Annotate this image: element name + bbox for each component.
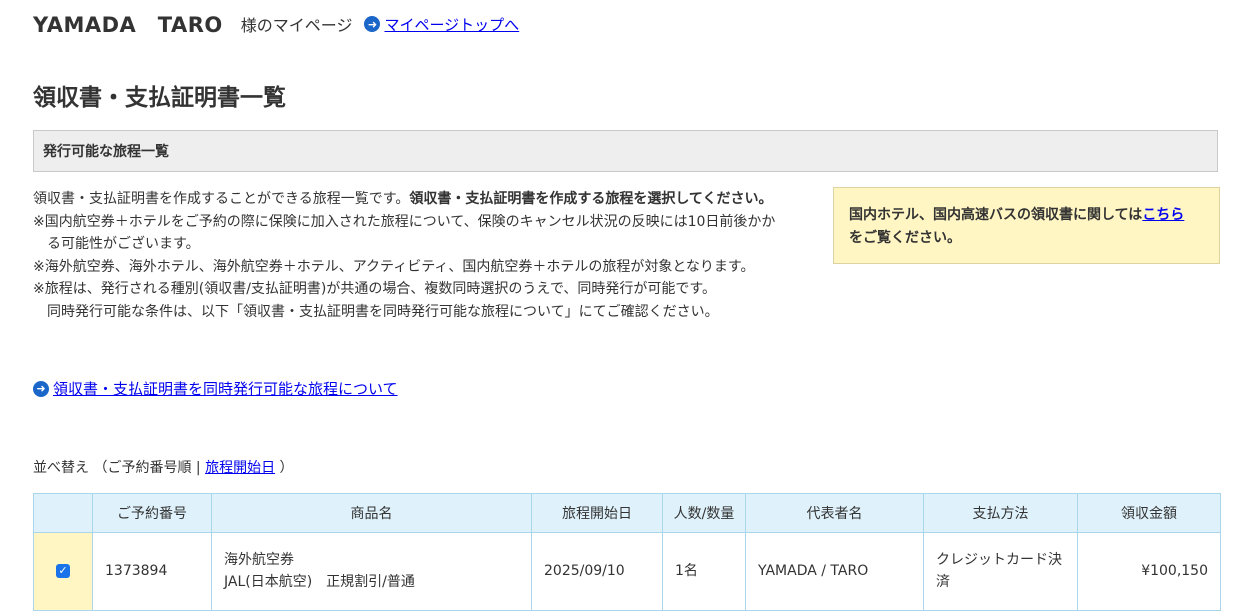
- description-block: 領収書・支払証明書を作成することができる旅程一覧です。領収書・支払証明書を作成す…: [33, 188, 823, 324]
- page-title: 領収書・支払証明書一覧: [33, 85, 286, 111]
- page-suffix: 様のマイページ: [240, 16, 353, 35]
- description-line-2: ※国内航空券＋ホテルをご予約の際に保険に加入された旅程について、保険のキャンセル…: [33, 213, 776, 230]
- col-header-amount: 領収金額: [1077, 493, 1221, 533]
- payment-cell: クレジットカード決済: [923, 532, 1078, 611]
- table-row: ✓ 1373894 海外航空券 JAL(日本航空) 正規割引/普通 2025/0…: [33, 532, 1221, 611]
- col-header-booking-no: ご予約番号: [92, 493, 212, 533]
- section-title: 発行可能な旅程一覧: [43, 144, 169, 160]
- description-line-4: ※海外航空券、海外ホテル、海外航空券＋ホテル、アクティビティ、国内航空券＋ホテル…: [33, 258, 755, 275]
- notice-text: 国内ホテル、国内高速バスの領収書に関しては: [849, 207, 1143, 223]
- description-line-1-normal: 領収書・支払証明書を作成することができる旅程一覧です。: [33, 191, 410, 207]
- about-simultaneous-link-wrap[interactable]: ➜ 領収書・支払証明書を同時発行可能な旅程について: [33, 378, 398, 399]
- notice-text-2: をご覧ください。: [849, 229, 961, 246]
- sort-controls: 並べ替え （ご予約番号順 | 旅程開始日 ）: [33, 457, 294, 477]
- arrow-right-circle-icon[interactable]: ➜: [33, 380, 49, 397]
- mypage-header: YAMADA TARO 様のマイページ ➜ マイページトップへ: [33, 10, 519, 38]
- notice-box: 国内ホテル、国内高速バスの領収書に関してはこちら をご覧ください。: [833, 187, 1220, 264]
- sort-open-paren: （: [93, 460, 108, 476]
- col-header-quantity: 人数/数量: [662, 493, 746, 533]
- trips-table: ご予約番号 商品名 旅程開始日 人数/数量 代表者名 支払方法 領収金額 ✓ 1…: [33, 493, 1221, 611]
- section-header: 発行可能な旅程一覧: [33, 130, 1218, 172]
- booking-no-cell: 1373894: [92, 532, 212, 611]
- col-header-payment: 支払方法: [923, 493, 1078, 533]
- sort-label: 並べ替え: [33, 460, 89, 476]
- col-header-representative: 代表者名: [745, 493, 924, 533]
- representative-cell: YAMADA / TARO: [745, 532, 924, 611]
- sort-close-paren: ）: [279, 460, 294, 476]
- row-select-checkbox[interactable]: ✓: [56, 563, 70, 578]
- sort-by-start-date-link[interactable]: 旅程開始日: [205, 460, 275, 476]
- sort-current: ご予約番号順: [107, 460, 192, 476]
- col-header-product: 商品名: [211, 493, 532, 533]
- product-cell: 海外航空券 JAL(日本航空) 正規割引/普通: [211, 532, 532, 611]
- description-line-6: 同時発行可能な条件は、以下「領収書・支払証明書を同時発行可能な旅程について」にて…: [47, 303, 719, 320]
- amount-cell: ¥100,150: [1077, 532, 1221, 611]
- user-name: YAMADA TARO: [33, 13, 223, 37]
- start-date-cell: 2025/09/10: [531, 532, 663, 611]
- col-header-start-date: 旅程開始日: [531, 493, 663, 533]
- description-line-1: 領収書・支払証明書を作成することができる旅程一覧です。領収書・支払証明書を作成す…: [33, 188, 823, 211]
- sort-separator: |: [195, 460, 201, 476]
- notice-link[interactable]: こちら: [1142, 207, 1184, 223]
- quantity-cell: 1名: [662, 532, 746, 611]
- description-line-1-bold: 領収書・支払証明書を作成する旅程を選択してください。: [409, 191, 773, 207]
- description-line-3: る可能性がございます。: [47, 236, 200, 253]
- mypage-top-link[interactable]: マイページトップへ: [384, 14, 519, 35]
- about-simultaneous-link[interactable]: 領収書・支払証明書を同時発行可能な旅程について: [53, 378, 398, 399]
- table-header-row: ご予約番号 商品名 旅程開始日 人数/数量 代表者名 支払方法 領収金額: [33, 493, 1221, 533]
- product-detail: JAL(日本航空) 正規割引/普通: [224, 573, 415, 590]
- description-line-5: ※旅程は、発行される種別(領収書/支払証明書)が共通の場合、複数同時選択のうえで…: [33, 281, 716, 298]
- product-type: 海外航空券: [224, 552, 294, 568]
- select-cell[interactable]: ✓: [33, 532, 93, 611]
- col-header-select: [33, 493, 93, 533]
- arrow-right-circle-icon[interactable]: ➜: [364, 16, 381, 32]
- mypage-top-link-wrap[interactable]: ➜ マイページトップへ: [364, 14, 519, 35]
